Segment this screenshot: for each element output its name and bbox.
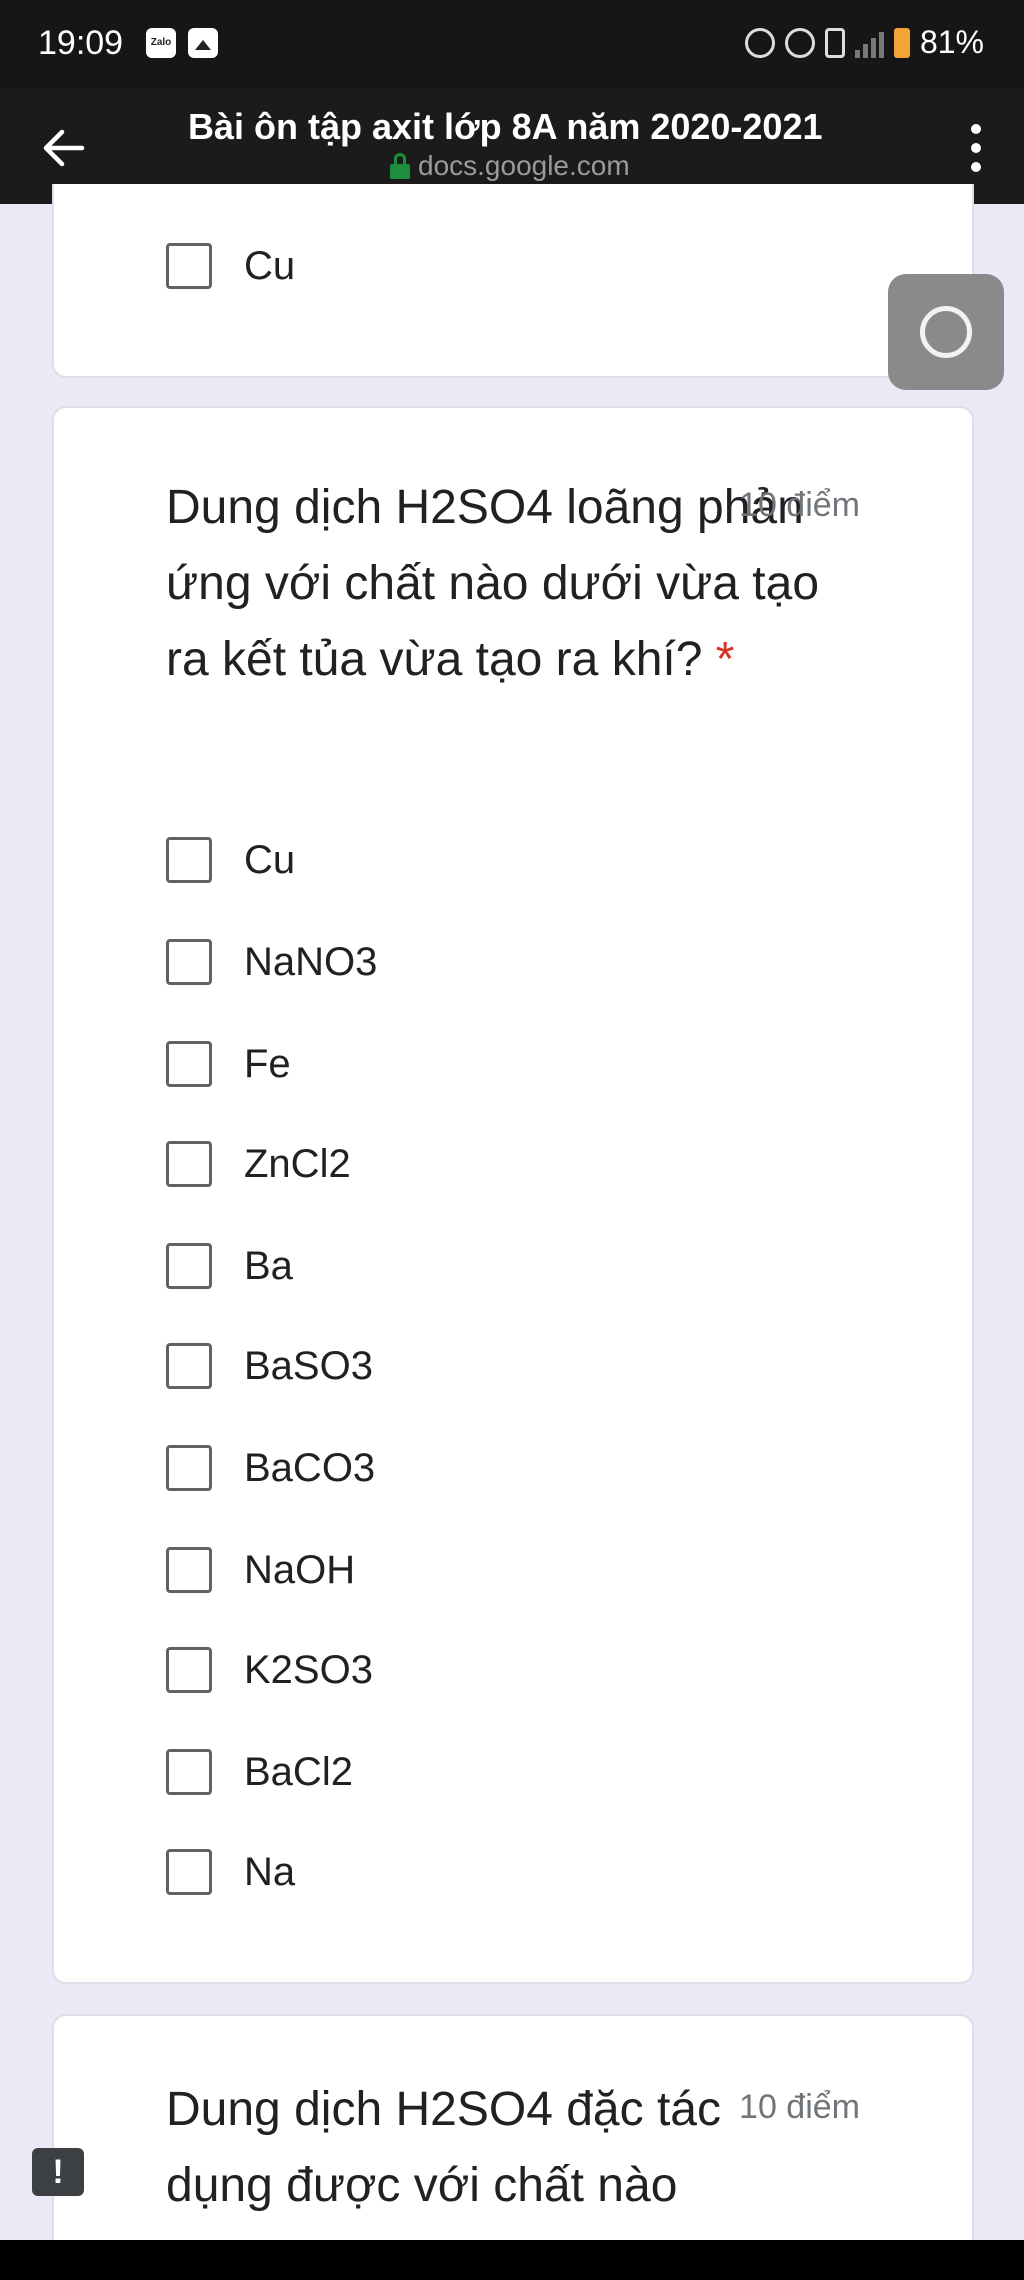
option-row[interactable]: BaCl2	[166, 1746, 353, 1798]
zalo-icon: Zalo	[146, 28, 176, 58]
checkbox[interactable]	[166, 1445, 212, 1491]
option-row[interactable]: Fe	[166, 1038, 291, 1090]
url-row: docs.google.com	[390, 150, 630, 182]
checkbox[interactable]	[166, 1141, 212, 1187]
data-saver-icon	[784, 27, 815, 58]
option-label: Cu	[244, 837, 296, 882]
option-label: Fe	[244, 1041, 291, 1086]
option-row[interactable]: NaNO3	[166, 936, 377, 988]
question-text: Dung dịch H2SO4 loãng phản ứng với chất …	[166, 481, 820, 686]
checkbox[interactable]	[166, 1343, 212, 1389]
checkbox[interactable]	[166, 1647, 212, 1693]
points-label: 10 điểm	[739, 486, 860, 524]
page-title: Bài ôn tập axit lớp 8A năm 2020-2021	[188, 106, 823, 147]
back-arrow-icon[interactable]	[36, 118, 96, 178]
checkbox[interactable]	[166, 1849, 212, 1895]
option-row[interactable]: Cu	[166, 834, 295, 886]
alarm-icon	[744, 27, 775, 58]
question-card-previous: Cu	[52, 184, 974, 378]
option-label: ZnCl2	[244, 1141, 351, 1186]
option-row[interactable]: BaCO3	[166, 1442, 375, 1494]
gallery-icon	[188, 28, 218, 58]
lock-icon	[390, 153, 410, 179]
question-card: Dung dịch H2SO4 loãng phản ứng với chất …	[52, 406, 974, 1984]
points-label: 10 điểm	[739, 2088, 860, 2126]
status-time: 19:09	[38, 24, 124, 62]
question-text: Dung dịch H2SO4 đặc tác dụng được với ch…	[166, 2083, 721, 2212]
option-row[interactable]: Cu	[166, 240, 295, 292]
option-row[interactable]: ZnCl2	[166, 1138, 351, 1190]
status-icons: 81%	[744, 24, 984, 61]
option-row[interactable]: Ba	[166, 1240, 293, 1292]
vibrate-icon	[824, 27, 845, 58]
navigation-bar	[0, 2240, 1024, 2280]
option-row[interactable]: Na	[166, 1846, 295, 1898]
checkbox[interactable]	[166, 243, 212, 289]
more-menu-icon[interactable]	[968, 124, 984, 172]
option-row[interactable]: K2SO3	[166, 1644, 373, 1696]
floating-record-button[interactable]	[888, 274, 1004, 390]
option-label: BaSO3	[244, 1343, 373, 1388]
option-label: Ba	[244, 1243, 293, 1288]
option-label: BaCl2	[244, 1749, 353, 1794]
record-circle-icon	[920, 306, 972, 358]
status-bar: 19:09 Zalo 81%	[0, 0, 1024, 88]
option-label: Na	[244, 1849, 296, 1894]
battery-percent: 81%	[919, 24, 984, 60]
option-row[interactable]: BaSO3	[166, 1340, 373, 1392]
option-label: NaOH	[244, 1547, 356, 1592]
option-row[interactable]: NaOH	[166, 1544, 355, 1596]
checkbox[interactable]	[166, 1041, 212, 1087]
checkbox[interactable]	[166, 1547, 212, 1593]
checkbox[interactable]	[166, 837, 212, 883]
checkbox[interactable]	[166, 1243, 212, 1289]
option-label: BaCO3	[244, 1445, 376, 1490]
signal-icon	[854, 28, 884, 58]
feedback-icon[interactable]: !	[32, 2148, 84, 2196]
checkbox[interactable]	[166, 1749, 212, 1795]
battery-icon	[893, 27, 910, 58]
required-mark: *	[715, 633, 735, 686]
option-label: Cu	[244, 243, 296, 288]
url-text: docs.google.com	[418, 150, 630, 181]
option-label: K2SO3	[244, 1647, 373, 1692]
option-label: NaNO3	[244, 939, 378, 984]
checkbox[interactable]	[166, 939, 212, 985]
